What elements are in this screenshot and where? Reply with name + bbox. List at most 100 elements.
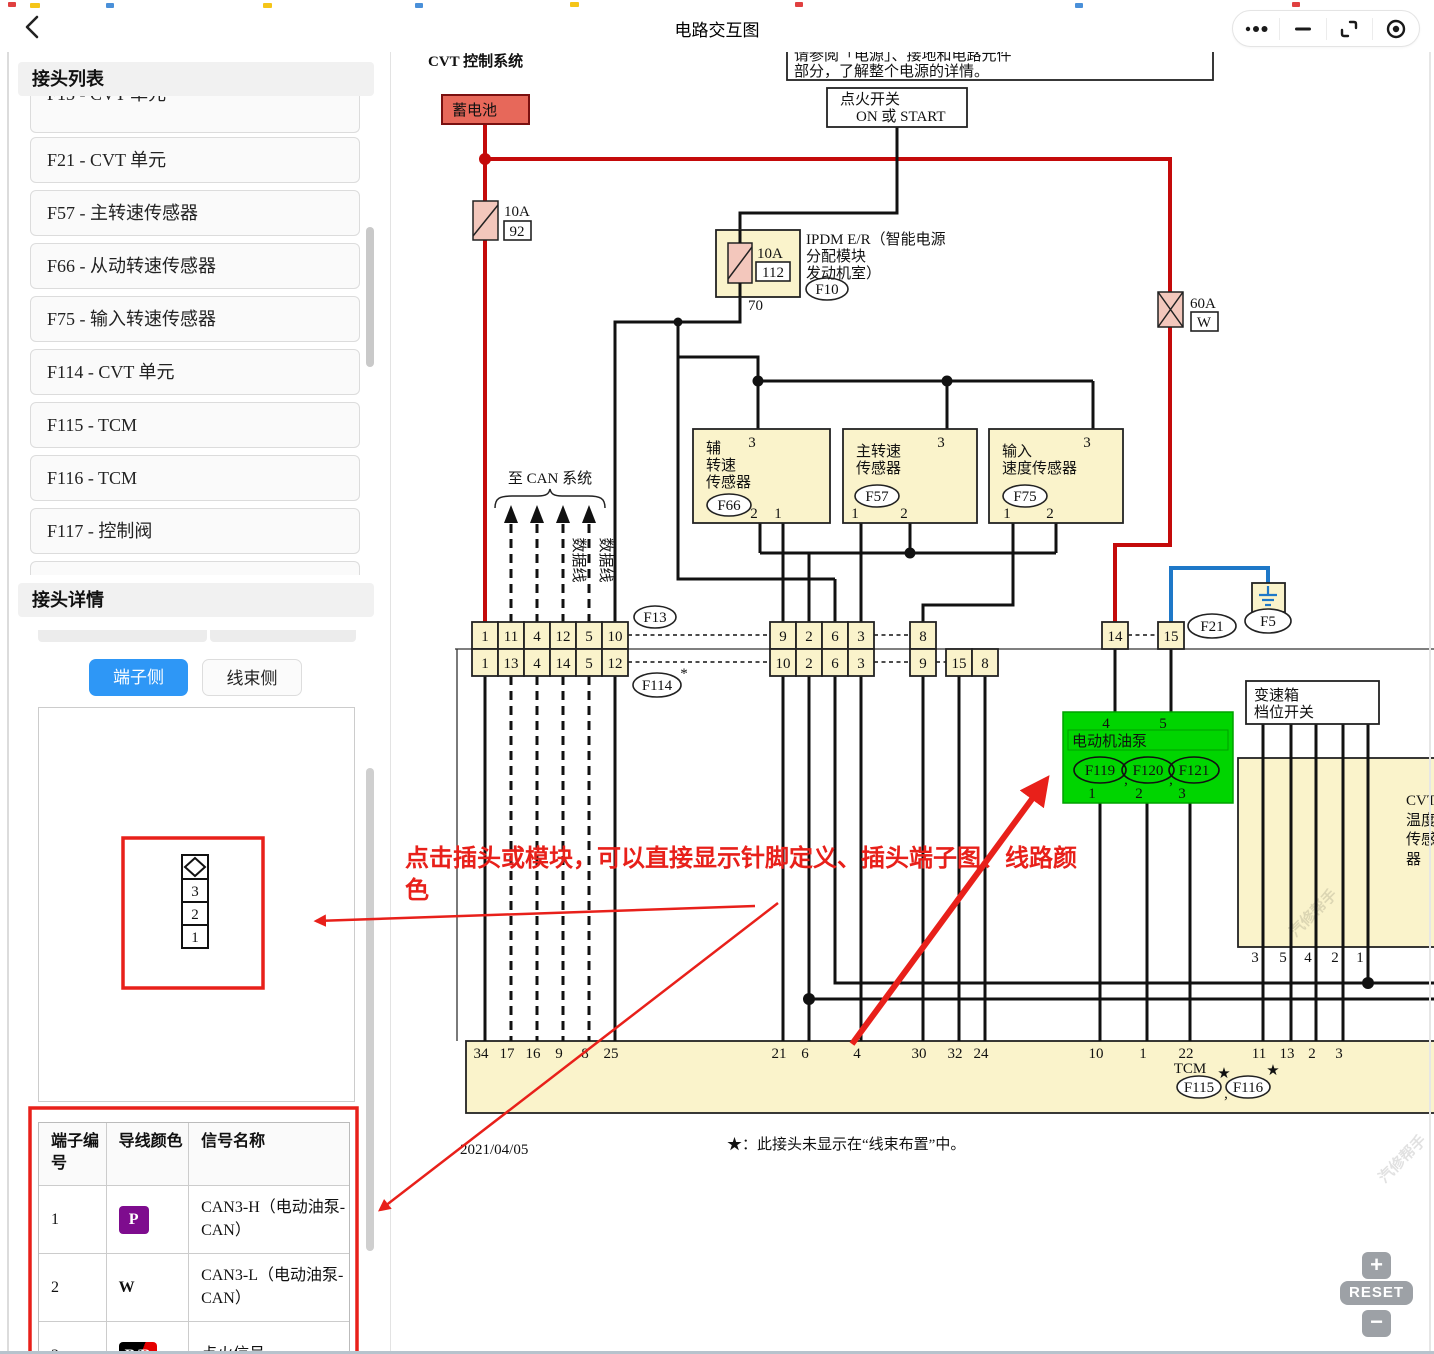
- browser-artifact: [8, 2, 16, 7]
- connector-f13-cells[interactable]: 1 11 4 12 5 10: [472, 622, 628, 649]
- more-menu-button[interactable]: [1233, 11, 1279, 46]
- table-header-row: 端子编号 导线颜色 信号名称: [39, 1123, 349, 1185]
- svg-text:汽修帮手: 汽修帮手: [1375, 1131, 1430, 1186]
- svg-text:32: 32: [948, 1046, 963, 1062]
- svg-text:8: 8: [981, 656, 989, 672]
- signal-name: CAN3-L（电动油泵-CAN）: [188, 1254, 349, 1321]
- svg-text:TCM: TCM: [1174, 1061, 1207, 1077]
- minimize-button[interactable]: [1280, 11, 1326, 46]
- connector-pin-diagram[interactable]: 3 2 1: [179, 853, 213, 953]
- svg-text:3: 3: [1335, 1046, 1343, 1062]
- svg-text:点火开关: 点火开关: [840, 91, 900, 108]
- svg-text:*: *: [680, 666, 688, 682]
- browser-artifact: [1075, 3, 1083, 8]
- svg-text:3: 3: [1251, 950, 1259, 966]
- sidebar-item-f13[interactable]: F13 - CVT 单元: [30, 96, 360, 133]
- svg-text:CVT 控制系统: CVT 控制系统: [428, 52, 523, 70]
- svg-text:2: 2: [900, 506, 908, 522]
- sidebar-item-f115[interactable]: F115 - TCM: [30, 402, 360, 448]
- svg-text:4: 4: [1102, 716, 1110, 732]
- connector-f114-cells[interactable]: 1 13 4 14 5 12: [472, 649, 628, 676]
- sidebar-item-f116[interactable]: F116 - TCM: [30, 455, 360, 501]
- sidebar-item-f66[interactable]: F66 - 从动转速传感器: [30, 243, 360, 289]
- sidebar-item-partial[interactable]: [30, 561, 360, 575]
- sidebar-item-f114[interactable]: F114 - CVT 单元: [30, 349, 360, 395]
- svg-text:60A: 60A: [1190, 296, 1216, 312]
- zoom-in-button[interactable]: +: [1362, 1252, 1391, 1279]
- svg-text:5: 5: [1159, 716, 1167, 732]
- col-terminal-no: 端子编号: [39, 1123, 106, 1185]
- svg-text:F57: F57: [865, 489, 889, 505]
- svg-text:F119: F119: [1085, 763, 1115, 779]
- window-controls: [1232, 10, 1420, 47]
- scrolled-remnant: [210, 630, 356, 642]
- svg-text:34: 34: [474, 1046, 490, 1062]
- svg-text:1: 1: [774, 506, 782, 522]
- svg-text:22: 22: [1179, 1046, 1194, 1062]
- svg-text:25: 25: [604, 1046, 619, 1062]
- diagram-footnote: ★：此接头未显示在“线束布置”中。: [727, 1136, 965, 1153]
- zoom-out-button[interactable]: −: [1362, 1310, 1391, 1337]
- svg-text:3: 3: [857, 629, 865, 645]
- terminal-table: 端子编号 导线颜色 信号名称 1 P CAN3-H（电动油泵-CAN） 2 W …: [38, 1122, 350, 1354]
- svg-text:11: 11: [1252, 1046, 1266, 1062]
- svg-text:1: 1: [481, 656, 489, 672]
- svg-text:5: 5: [585, 629, 593, 645]
- col-wire-color: 导线颜色: [106, 1123, 188, 1185]
- browser-artifact: [106, 3, 114, 8]
- signal-name: 点火信号: [188, 1322, 349, 1354]
- svg-text:6: 6: [831, 629, 839, 645]
- svg-text:24: 24: [974, 1046, 990, 1062]
- sidebar-item-f117[interactable]: F117 - 控制阀: [30, 508, 360, 554]
- svg-text:3: 3: [857, 656, 865, 672]
- connector-detail-title: 接头详情: [18, 583, 374, 617]
- more-dots-icon: [1244, 24, 1268, 34]
- browser-artifact: [263, 3, 272, 8]
- zoom-reset-button[interactable]: RESET: [1340, 1281, 1413, 1305]
- sidebar-item-f21[interactable]: F21 - CVT 单元: [30, 137, 360, 183]
- svg-text:8: 8: [581, 1046, 589, 1062]
- svg-text:数据线: 数据线: [597, 537, 614, 582]
- close-button[interactable]: [1373, 11, 1419, 46]
- svg-text:3: 3: [748, 435, 756, 451]
- svg-text:1: 1: [1139, 1046, 1147, 1062]
- svg-text:5: 5: [585, 656, 593, 672]
- window-right-edge: [1429, 52, 1431, 1354]
- terminal-no: 1: [39, 1186, 106, 1253]
- svg-text:9: 9: [919, 656, 927, 672]
- svg-text:主转速: 主转速: [856, 443, 901, 460]
- svg-text:14: 14: [1108, 629, 1124, 645]
- sidebar-item-f75[interactable]: F75 - 输入转速传感器: [30, 296, 360, 342]
- svg-text:10: 10: [608, 629, 623, 645]
- tab-terminal-side[interactable]: 端子侧: [89, 659, 188, 696]
- svg-text:★: ★: [1266, 1063, 1279, 1079]
- title-bar: 电路交互图: [0, 0, 1434, 52]
- svg-text:21: 21: [772, 1046, 787, 1062]
- ipdm-er-module[interactable]: [716, 230, 800, 297]
- svg-text:输入: 输入: [1002, 443, 1032, 460]
- sidebar-item-label: F13 - CVT 单元: [47, 96, 359, 116]
- cvt-temp-sensor-block[interactable]: [1238, 758, 1434, 947]
- svg-text:13: 13: [1280, 1046, 1295, 1062]
- fullscreen-button[interactable]: [1327, 11, 1373, 46]
- svg-text:30: 30: [912, 1046, 927, 1062]
- svg-text:F21: F21: [1200, 619, 1223, 635]
- svg-text:10: 10: [776, 656, 791, 672]
- browser-artifact: [570, 2, 579, 7]
- svg-text:2: 2: [1135, 786, 1143, 802]
- detail-scrollbar[interactable]: [366, 768, 374, 1251]
- svg-text:数据线: 数据线: [570, 537, 587, 582]
- svg-text:70: 70: [748, 298, 763, 314]
- svg-text:16: 16: [526, 1046, 542, 1062]
- svg-text:12: 12: [556, 629, 571, 645]
- sidebar-item-f57[interactable]: F57 - 主转速传感器: [30, 190, 360, 236]
- list-scrollbar[interactable]: [366, 227, 374, 367]
- svg-text:2: 2: [1331, 950, 1339, 966]
- svg-text:4: 4: [1304, 950, 1312, 966]
- svg-text:10A: 10A: [504, 204, 530, 220]
- terminal-no: 3: [39, 1322, 106, 1354]
- svg-text:4: 4: [853, 1046, 861, 1062]
- tutorial-annotation-text: 点击插头或模块，可以直接显示针脚定义、插头端子图、线路颜色: [405, 843, 1095, 906]
- svg-text:转速: 转速: [706, 457, 736, 474]
- tab-harness-side[interactable]: 线束侧: [202, 659, 302, 696]
